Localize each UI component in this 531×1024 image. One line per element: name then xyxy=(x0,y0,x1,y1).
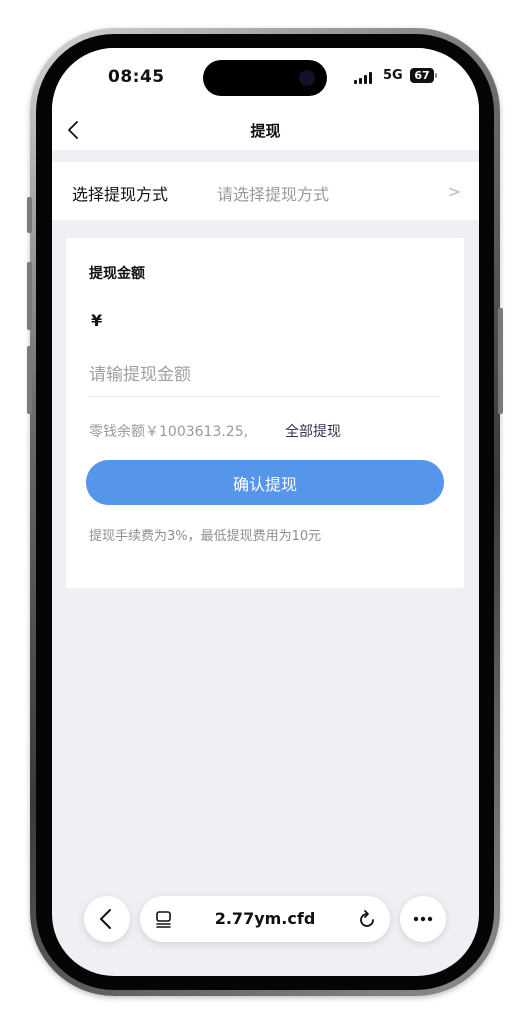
browser-back-button[interactable] xyxy=(84,896,130,942)
page-title: 提现 xyxy=(250,122,281,140)
status-bar: 08:45 5G 67 xyxy=(52,48,479,110)
phone-screen: 08:45 5G 67 提现 选择提现方式 请选择提现方式 > 提现金额 ¥ 零… xyxy=(52,48,479,976)
more-icon xyxy=(413,916,433,922)
address-bar[interactable]: 2.77ym.cfd xyxy=(140,896,390,942)
dynamic-island xyxy=(203,60,327,96)
phone-side-button-power xyxy=(498,308,503,414)
browser-more-button[interactable] xyxy=(400,896,446,942)
camera-icon xyxy=(299,70,315,86)
battery-icon: 67 xyxy=(410,68,434,83)
network-type: 5G xyxy=(383,68,403,83)
status-time: 08:45 xyxy=(108,67,165,87)
confirm-withdraw-button[interactable]: 确认提现 xyxy=(86,460,444,505)
withdraw-all-link[interactable]: 全部提现 xyxy=(285,421,341,441)
withdraw-method-placeholder[interactable]: 请选择提现方式 xyxy=(217,181,329,205)
balance-text: 零钱余额￥1003613.25, xyxy=(89,424,249,440)
battery-tip xyxy=(435,73,437,78)
phone-side-button-volume-down xyxy=(27,346,32,414)
chevron-right-icon: > xyxy=(447,182,461,201)
phone-side-button-action xyxy=(27,197,32,233)
signal-icon xyxy=(354,72,372,84)
amount-input[interactable] xyxy=(89,354,439,397)
battery-level: 67 xyxy=(414,69,430,82)
withdraw-method-label: 选择提现方式 xyxy=(72,185,169,204)
phone-side-button-volume-up xyxy=(27,262,32,330)
url-text: 2.77ym.cfd xyxy=(214,909,316,928)
browser-toolbar: 2.77ym.cfd xyxy=(52,888,479,948)
withdraw-method-selector[interactable]: 选择提现方式 请选择提现方式 > xyxy=(52,162,479,220)
amount-section-title: 提现金额 xyxy=(89,266,145,282)
nav-bar: 提现 xyxy=(52,110,479,150)
fee-note: 提现手续费为3%，最低提现费用为10元 xyxy=(89,529,322,544)
currency-symbol: ¥ xyxy=(91,311,103,330)
reload-icon[interactable] xyxy=(356,908,378,930)
withdraw-amount-card: 提现金额 ¥ 零钱余额￥1003613.25, 全部提现 确认提现 提现手续费为… xyxy=(66,238,464,588)
chevron-left-icon xyxy=(100,909,111,929)
